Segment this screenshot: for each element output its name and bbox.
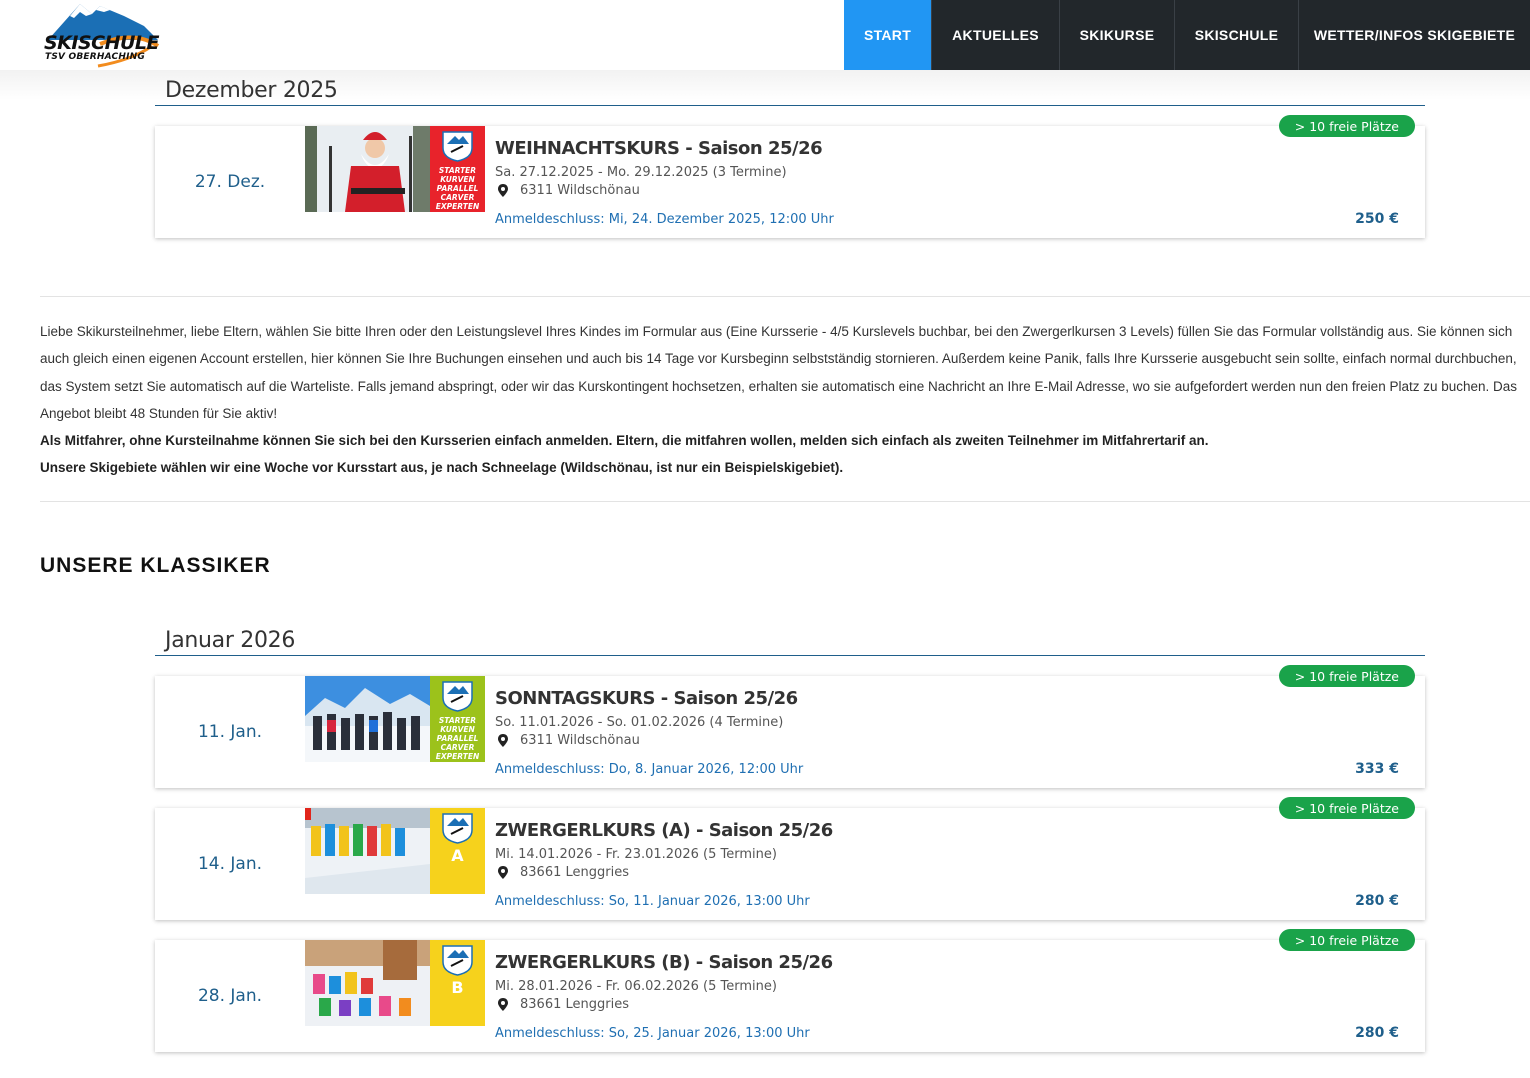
course-level-word: CARVER	[440, 193, 475, 202]
map-pin-icon	[498, 866, 508, 879]
course-date: 14. Jan.	[197, 854, 263, 874]
info-bold-ski-areas: Unsere Skigebiete wählen wir eine Woche …	[40, 460, 844, 476]
month-header-december: Dezember 2025	[155, 69, 1425, 106]
course-level-letter: A	[451, 846, 464, 865]
location-text: 83661 Lenggries	[520, 997, 629, 1012]
course-price: 280 €	[1355, 1025, 1399, 1041]
course-title[interactable]: WEIHNACHTSKURS - Saison 25/26	[495, 138, 823, 159]
course-deadline: Anmeldeschluss: So, 25. Januar 2026, 13:…	[495, 1026, 810, 1041]
divider	[40, 296, 1530, 297]
location-text: 6311 Wildschönau	[520, 183, 640, 198]
course-dates: Sa. 27.12.2025 - Mo. 29.12.2025 (3 Termi…	[495, 165, 787, 180]
course-level-word: STARTER	[438, 716, 477, 725]
availability-badge: > 10 freie Plätze	[1278, 797, 1415, 819]
course-image[interactable]: STARTER KURVEN PARALLEL CARVER EXPERTEN	[305, 126, 485, 212]
divider	[40, 501, 1530, 502]
course-price: 333 €	[1355, 761, 1399, 777]
course-date: 28. Jan.	[197, 986, 263, 1006]
shield-logo-icon	[442, 813, 473, 844]
course-card[interactable]: 27. Dez. STARTER KURVEN PARALLEL CARVER EXPE…	[155, 115, 1425, 238]
course-card[interactable]: 28. Jan. B ZWERGERLKURS (B) - Saison 25/…	[155, 929, 1425, 1052]
course-location: 6311 Wildschönau	[495, 733, 640, 748]
section-title-classics: UNSERE KLASSIKER	[40, 554, 271, 577]
nav-start[interactable]: START	[844, 0, 931, 70]
nav-aktuelles[interactable]: AKTUELLES	[931, 0, 1059, 70]
shield-logo-icon	[442, 945, 473, 976]
availability-badge: > 10 freie Plätze	[1278, 929, 1415, 951]
nav-skikurse[interactable]: SKIKURSE	[1059, 0, 1174, 70]
info-bold-companions: Als Mitfahrer, ohne Kursteilnahme können…	[40, 433, 1209, 449]
course-title[interactable]: ZWERGERLKURS (A) - Saison 25/26	[495, 820, 833, 841]
month-title: Dezember 2025	[165, 78, 338, 103]
brand-strip: B	[430, 940, 485, 1026]
logo-subtitle: TSV OBERHACHING	[45, 52, 145, 62]
course-dates: Mi. 14.01.2026 - Fr. 23.01.2026 (5 Termi…	[495, 847, 777, 862]
course-title[interactable]: ZWERGERLKURS (B) - Saison 25/26	[495, 952, 833, 973]
course-dates: Mi. 28.01.2026 - Fr. 06.02.2026 (5 Termi…	[495, 979, 777, 994]
course-deadline: Anmeldeschluss: Mi, 24. Dezember 2025, 1…	[495, 212, 834, 227]
nav-wetter-infos[interactable]: WETTER/INFOS SKIGEBIETE	[1298, 0, 1530, 70]
course-levels-text: STARTER KURVEN PARALLEL CARVER EXPERTEN	[430, 166, 485, 211]
course-level-word: EXPERTEN	[435, 202, 480, 211]
map-pin-icon	[498, 184, 508, 197]
course-location: 83661 Lenggries	[495, 865, 629, 880]
course-level-word: KURVEN	[440, 725, 475, 734]
course-level-letter: B	[451, 978, 464, 997]
logo-title: SKISCHULE	[44, 32, 160, 54]
info-paragraph: Liebe Skikursteilnehmer, liebe Eltern, w…	[40, 324, 1518, 421]
brand-strip: STARTER KURVEN PARALLEL CARVER EXPERTEN	[430, 676, 485, 762]
availability-badge: > 10 freie Plätze	[1278, 115, 1415, 137]
course-date: 27. Dez.	[194, 172, 266, 192]
course-level-word: CARVER	[440, 743, 475, 752]
course-price: 250 €	[1355, 211, 1399, 227]
nav-skischule[interactable]: SKISCHULE	[1174, 0, 1298, 70]
course-image[interactable]: STARTER KURVEN PARALLEL CARVER EXPERTEN	[305, 676, 485, 762]
course-level-word: KURVEN	[440, 175, 475, 184]
course-levels-text: STARTER KURVEN PARALLEL CARVER EXPERTEN	[430, 716, 485, 761]
shield-logo-icon	[442, 131, 473, 162]
info-text: Liebe Skikursteilnehmer, liebe Eltern, w…	[40, 318, 1530, 482]
course-location: 83661 Lenggries	[495, 997, 629, 1012]
course-price: 280 €	[1355, 893, 1399, 909]
course-title[interactable]: SONNTAGSKURS - Saison 25/26	[495, 688, 798, 709]
course-dates: So. 11.01.2026 - So. 01.02.2026 (4 Termi…	[495, 715, 784, 730]
brand-strip: STARTER KURVEN PARALLEL CARVER EXPERTEN	[430, 126, 485, 212]
course-level-word: EXPERTEN	[435, 752, 480, 761]
course-image[interactable]: B	[305, 940, 485, 1026]
location-text: 6311 Wildschönau	[520, 733, 640, 748]
course-deadline: Anmeldeschluss: Do, 8. Januar 2026, 12:0…	[495, 762, 804, 777]
course-level-word: STARTER	[438, 166, 477, 175]
course-location: 6311 Wildschönau	[495, 183, 640, 198]
month-header-january: Januar 2026	[155, 619, 1425, 656]
course-image[interactable]: A	[305, 808, 485, 894]
shield-logo-icon	[442, 681, 473, 712]
map-pin-icon	[498, 998, 508, 1011]
site-logo[interactable]: SKISCHULE TSV OBERHACHING	[40, 0, 160, 70]
course-date: 11. Jan.	[197, 722, 263, 742]
map-pin-icon	[498, 734, 508, 747]
course-level-word: PARALLEL	[436, 184, 479, 193]
availability-badge: > 10 freie Plätze	[1278, 665, 1415, 687]
main-nav: START AKTUELLES SKIKURSE SKISCHULE WETTE…	[844, 0, 1530, 70]
month-title: Januar 2026	[165, 628, 296, 653]
course-level-word: PARALLEL	[436, 734, 479, 743]
brand-strip: A	[430, 808, 485, 894]
course-deadline: Anmeldeschluss: So, 11. Januar 2026, 13:…	[495, 894, 810, 909]
course-card[interactable]: 11. Jan. STARTER KURVEN PARALLEL CARVER EXPE…	[155, 665, 1425, 788]
location-text: 83661 Lenggries	[520, 865, 629, 880]
course-card[interactable]: 14. Jan. A ZWERGERLKURS (A) - Saison 25/…	[155, 797, 1425, 920]
site-header: SKISCHULE TSV OBERHACHING START AKTUELLE…	[0, 0, 1530, 70]
